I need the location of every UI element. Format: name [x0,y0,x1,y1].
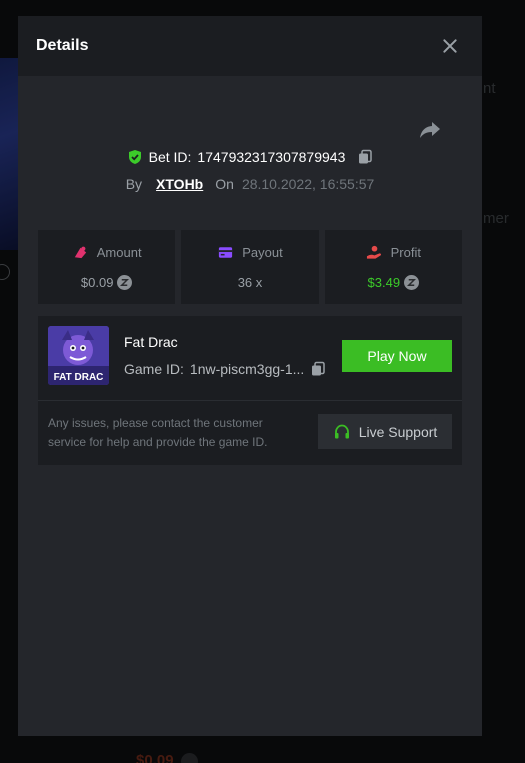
stat-payout: Payout 36 x [181,230,319,304]
stat-label: Profit [390,245,421,260]
play-now-button[interactable]: Play Now [342,340,452,372]
headset-icon [334,424,349,438]
stat-label: Amount [96,245,142,260]
stat-profit: Profit $3.49 [324,230,462,304]
game-card: FAT DRAC Fat Drac Game ID: 1nw-piscm3gg-… [38,316,462,465]
game-thumb-text: FAT DRAC [54,372,104,383]
game-name: Fat Drac [124,334,178,350]
username-link[interactable]: XTOHb [156,176,203,192]
copy-game-id-icon[interactable] [310,361,326,377]
stat-value: $3.49 [367,275,401,290]
game-id-label: Game ID: [124,361,184,377]
modal-title: Details [36,37,89,54]
bet-stats: Amount $0.09 Payout 36 x Profit $3.49 [38,230,462,304]
payout-icon [219,247,233,258]
coin-icon [404,275,420,290]
stat-value: $0.09 [80,275,114,290]
divider [38,400,462,401]
game-id-value: 1nw-piscm3gg-1... [189,361,305,377]
bet-details-modal: Details Bet ID: 1747932317307879943 By X… [18,16,482,736]
profit-icon [366,245,381,259]
copy-bet-id-icon[interactable] [357,149,373,165]
bet-date: 28.10.2022, 16:55:57 [241,176,375,192]
bet-id-row: Bet ID: 1747932317307879943 [18,149,482,165]
share-icon[interactable] [418,117,442,141]
amount-icon [74,246,86,259]
bet-author-row: By XTOHb On 28.10.2022, 16:55:57 [18,176,482,192]
coin-icon [117,275,133,290]
game-thumbnail[interactable]: FAT DRAC [48,326,109,385]
on-label: On [215,176,234,192]
close-button[interactable] [440,36,460,56]
by-label: By [125,176,143,192]
live-support-label: Live Support [358,423,438,440]
live-support-button[interactable]: Live Support [318,414,452,449]
game-id-row: Game ID: 1nw-piscm3gg-1... [124,361,326,377]
support-help-text: Any issues, please contact the customer … [48,416,268,449]
modal-header: Details [18,16,482,76]
bet-id-label: Bet ID: [148,149,192,165]
stat-amount: Amount $0.09 [38,230,176,304]
stat-value: 36 x [237,275,263,290]
verified-shield-icon [127,149,143,165]
stat-label: Payout [242,245,283,260]
bet-id-value: 1747932317307879943 [197,149,346,165]
